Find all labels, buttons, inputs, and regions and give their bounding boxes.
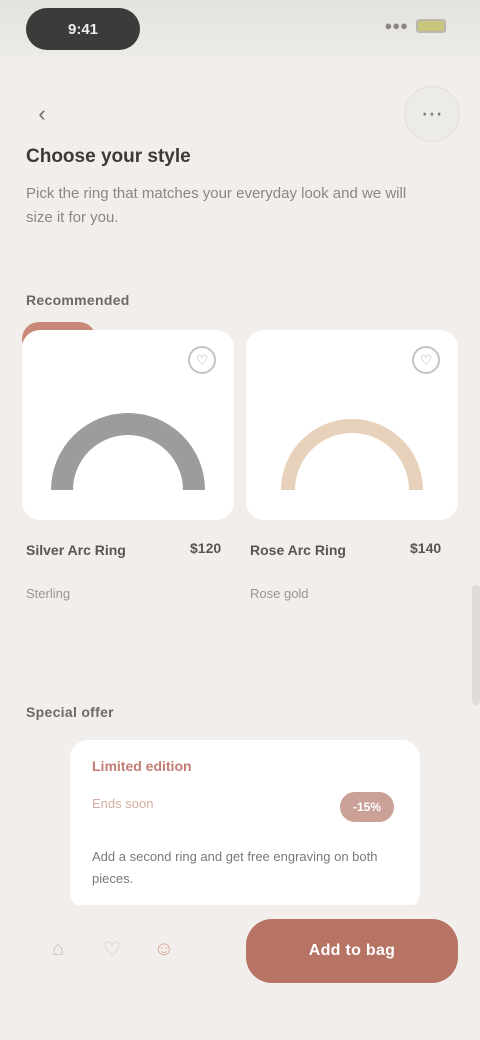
section-offer-title: Special offer — [26, 704, 114, 720]
discount-badge: -15% — [340, 792, 394, 822]
top-bar: ‹ ⋯ — [0, 56, 480, 146]
product-name[interactable]: Silver Arc Ring — [26, 540, 176, 560]
tab-home[interactable]: ⌂ — [34, 925, 82, 973]
heart-icon: ♡ — [103, 938, 121, 961]
tab-favorites[interactable]: ♡ — [88, 925, 136, 973]
signal-icon: ●●● — [384, 18, 408, 33]
section-recommended-title: Recommended — [26, 292, 130, 308]
heart-icon: ♡ — [195, 351, 209, 368]
status-bar: 9:41 ●●● — [0, 0, 480, 56]
offer-subtitle: Ends soon — [92, 796, 154, 811]
product-subtitle: Sterling — [26, 586, 71, 601]
offer-title: Limited edition — [92, 758, 192, 774]
page-description: Pick the ring that matches your everyday… — [26, 185, 407, 226]
product-image-rose-ring — [281, 419, 423, 491]
bottom-bar: ⌂ ♡ ☺ Add to bag — [0, 905, 480, 1000]
battery-icon — [416, 18, 446, 33]
offer-card[interactable]: Limited edition Ends soon -15% Add a sec… — [70, 740, 420, 910]
product-image-silver-ring — [51, 413, 205, 491]
home-icon: ⌂ — [51, 937, 65, 960]
status-time: 9:41 — [26, 8, 140, 50]
menu-button[interactable]: ⋯ — [404, 86, 460, 142]
chevron-left-icon: ‹ — [38, 101, 46, 126]
status-icons: ●●● — [384, 18, 446, 33]
carousel-scroll-indicator[interactable] — [472, 585, 480, 705]
back-button[interactable]: ‹ — [24, 96, 60, 132]
user-icon: ☺ — [153, 937, 175, 960]
favorite-button[interactable]: ♡ — [412, 346, 440, 374]
more-icon: ⋯ — [421, 101, 443, 126]
product-card-rose[interactable]: ♡ — [246, 330, 458, 520]
page-title: Choose your style — [26, 146, 191, 167]
product-card-silver[interactable]: ♡ — [22, 330, 234, 520]
product-price: $140 — [410, 540, 442, 556]
offer-body: Add a second ring and get free engraving… — [92, 849, 378, 886]
tab-profile[interactable]: ☺ — [140, 925, 188, 973]
product-name[interactable]: Rose Arc Ring — [250, 540, 400, 560]
heart-icon: ♡ — [419, 351, 433, 368]
favorite-button[interactable]: ♡ — [188, 346, 216, 374]
add-to-bag-button[interactable]: Add to bag — [246, 919, 458, 983]
product-price: $120 — [190, 540, 222, 556]
product-subtitle: Rose gold — [250, 586, 309, 601]
